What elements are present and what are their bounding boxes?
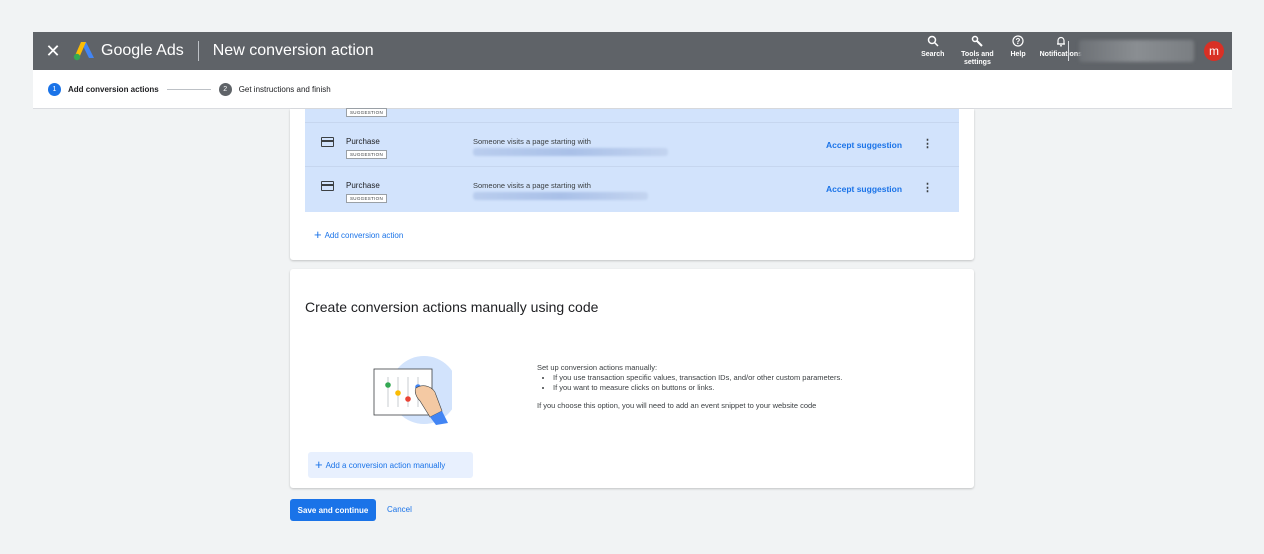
app-frame: ✕ Google Ads New conversion action Searc… [25, 23, 1240, 529]
search-label: Search [921, 51, 945, 58]
add-manual-label: Add a conversion action manually [325, 460, 446, 470]
step-label: Add conversion actions [68, 84, 159, 94]
search-icon [927, 35, 939, 50]
step-number: 2 [218, 82, 232, 96]
list-item: If you want to measure clicks on buttons… [553, 383, 842, 393]
notifications-label: Notifications [1039, 51, 1082, 58]
suggestion-badge: SUGGESTION [346, 108, 388, 117]
list-item: Purchase SUGGESTION Someone visits a pag… [305, 167, 959, 211]
close-icon[interactable]: ✕ [43, 41, 63, 62]
suggestions-card: SUGGESTION Purchase SUGGESTION Someone v… [290, 108, 974, 260]
manual-code-card: Create conversion actions manually using… [290, 269, 974, 488]
conversion-name: Purchase [346, 137, 380, 146]
suggestion-badge: SUGGESTION [346, 194, 388, 203]
credit-card-icon [321, 181, 334, 191]
url-value [473, 148, 668, 156]
help-icon: ? [1012, 35, 1024, 50]
wrench-icon [971, 35, 984, 50]
list-item: Purchase SUGGESTION Someone visits a pag… [305, 123, 959, 167]
top-bar: ✕ Google Ads New conversion action Searc… [33, 32, 1232, 70]
account-switcher[interactable] [1079, 40, 1194, 62]
step-connector [166, 88, 211, 90]
more-options-icon[interactable]: ⋮ [922, 137, 933, 150]
plus-icon: + [314, 227, 322, 242]
page-title: New conversion action [212, 42, 374, 59]
credit-card-icon [321, 137, 334, 147]
step-add-conversion-actions: 1 Add conversion actions [48, 82, 159, 96]
add-conversion-label: Add conversion action [324, 230, 404, 240]
list-item: SUGGESTION [305, 108, 959, 123]
suggestions-list: SUGGESTION Purchase SUGGESTION Someone v… [305, 108, 959, 212]
rule-text: Someone visits a page starting with [473, 181, 591, 190]
step-number: 1 [48, 82, 61, 96]
svg-text:?: ? [1016, 37, 1021, 46]
rule-text: Someone visits a page starting with [473, 137, 591, 146]
tools-label: Tools and settings [961, 51, 994, 66]
help-button[interactable]: ? Help [1010, 35, 1026, 67]
tools-and-settings-button[interactable]: Tools and settings [958, 35, 996, 67]
conversion-name: Purchase [346, 181, 380, 190]
bell-icon [1055, 35, 1067, 50]
brand-name: Google Ads [101, 42, 184, 59]
card-title: Create conversion actions manually using… [305, 299, 599, 315]
more-options-icon[interactable]: ⋮ [922, 181, 933, 194]
code-illustration [372, 355, 458, 425]
url-value [473, 192, 648, 200]
cancel-button[interactable]: Cancel [387, 505, 412, 514]
intro-text: Set up conversion actions manually: [537, 363, 658, 372]
stepper: 1 Add conversion actions 2 Get instructi… [33, 70, 1232, 109]
bullet-list: If you use transaction specific values, … [553, 373, 842, 393]
plus-icon: + [315, 457, 323, 472]
google-ads-logo [73, 41, 95, 61]
notifications-button[interactable]: Notifications [1040, 35, 1082, 67]
list-item: If you use transaction specific values, … [553, 373, 842, 383]
step-label: Get instructions and finish [238, 84, 331, 94]
accept-suggestion-button[interactable]: Accept suggestion [826, 140, 902, 150]
accept-suggestion-button[interactable]: Accept suggestion [826, 184, 902, 194]
snippet-note: If you choose this option, you will need… [537, 401, 817, 410]
add-manual-conversion-button[interactable]: + Add a conversion action manually [308, 452, 473, 478]
help-label: Help [1010, 51, 1026, 58]
manual-description: Set up conversion actions manually: If y… [537, 363, 842, 411]
search-button[interactable]: Search [921, 35, 944, 67]
header-tools: Search Tools and settings ? Help Notific… [921, 35, 1082, 67]
account-divider [1068, 41, 1069, 61]
suggestion-badge: SUGGESTION [346, 150, 388, 159]
step-get-instructions: 2 Get instructions and finish [218, 82, 331, 96]
add-conversion-action-button[interactable]: + Add conversion action [314, 227, 404, 242]
header-divider [197, 41, 199, 61]
save-and-continue-button[interactable]: Save and continue [290, 499, 376, 521]
avatar[interactable]: m [1204, 41, 1224, 61]
